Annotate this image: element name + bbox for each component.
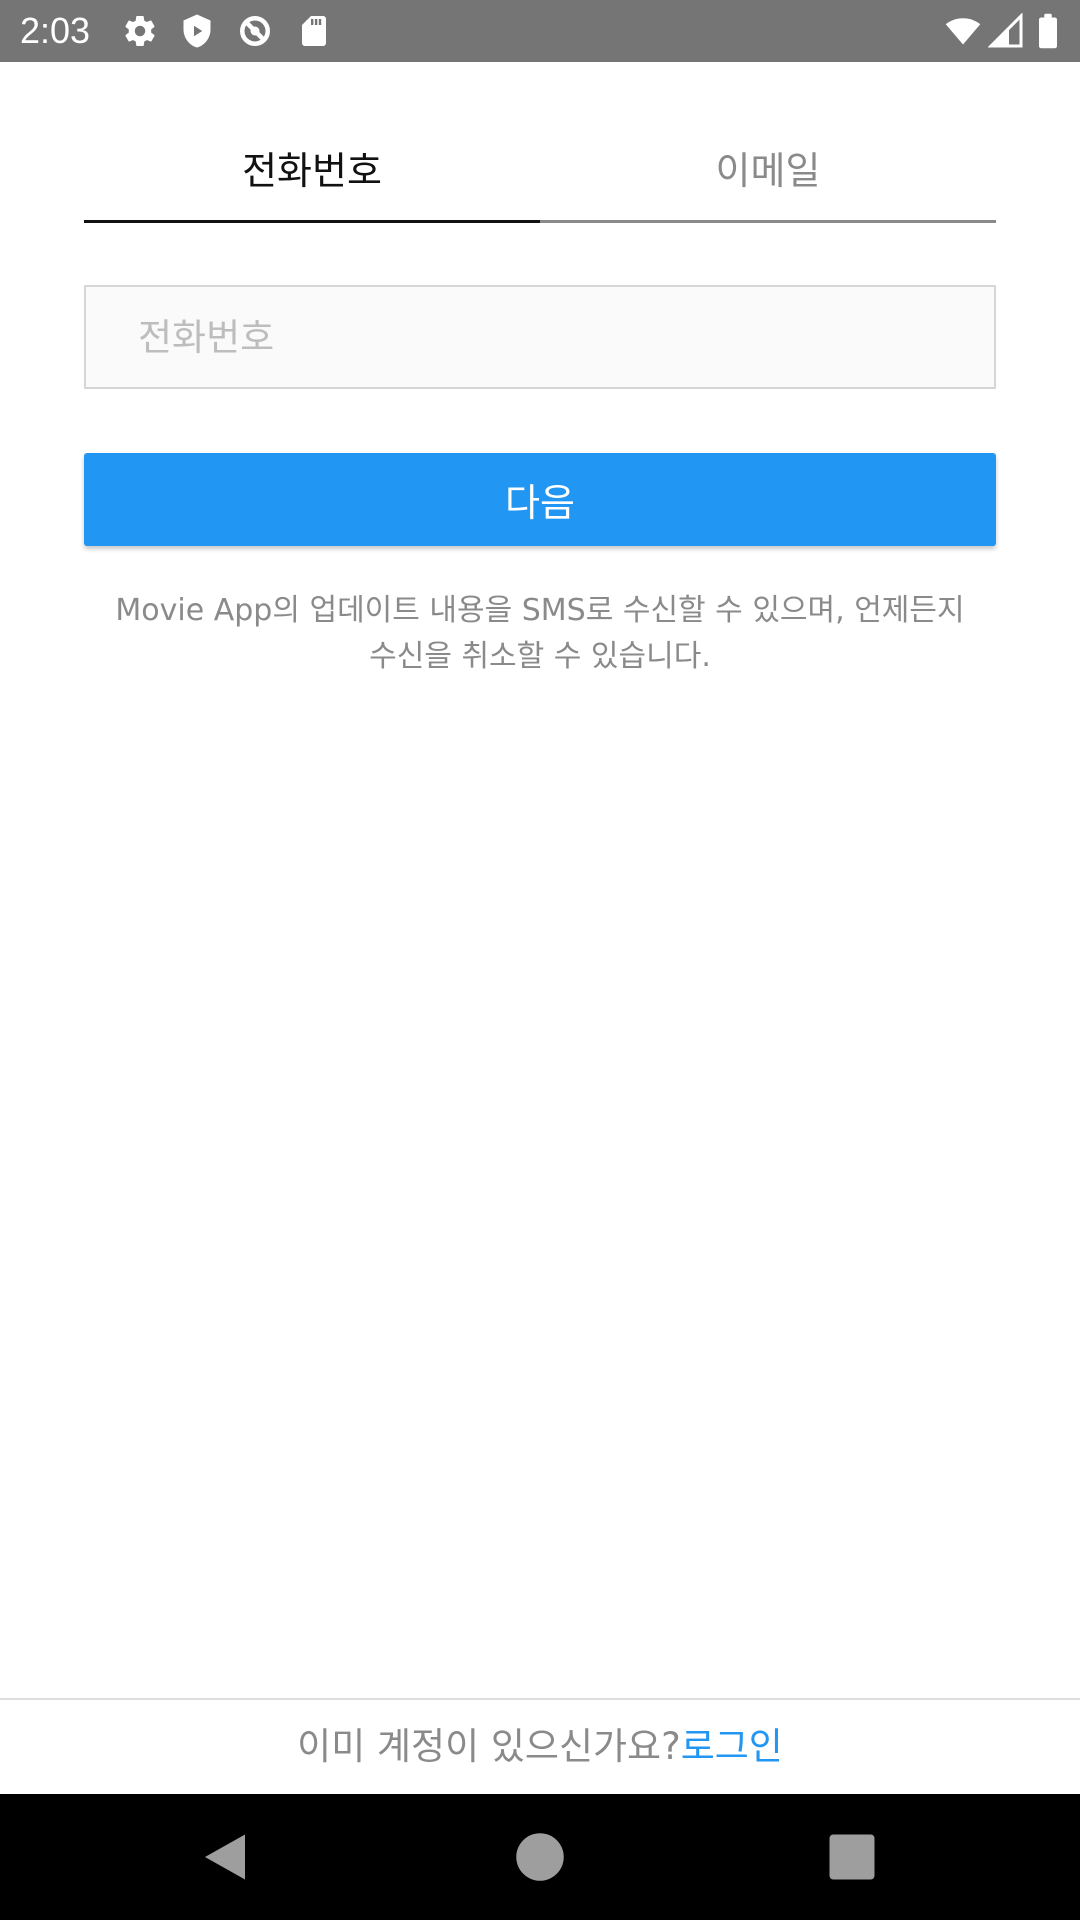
login-link[interactable]: 로그인 xyxy=(681,1725,783,1768)
no-sync-icon xyxy=(237,13,273,49)
footer: 이미 계정이 있으신가요?로그인 xyxy=(0,1700,1080,1794)
tab-active-indicator xyxy=(84,220,540,223)
settings-icon xyxy=(122,13,158,49)
next-button[interactable]: 다음 xyxy=(84,453,996,546)
shield-play-icon xyxy=(179,13,215,49)
battery-icon xyxy=(1033,13,1063,49)
wifi-icon xyxy=(943,13,983,49)
phone-number-input[interactable] xyxy=(84,285,996,389)
existing-account-prompt: 이미 계정이 있으신가요? xyxy=(297,1725,681,1768)
cell-signal-icon xyxy=(988,13,1024,49)
navigation-bar xyxy=(0,1794,1080,1920)
tab-phone[interactable]: 전화번호 xyxy=(84,128,540,223)
sd-card-icon xyxy=(296,13,332,49)
status-time: 2:03 xyxy=(20,10,91,51)
login-method-tabs: 전화번호 이메일 xyxy=(84,128,996,223)
sms-consent-notice: Movie App의 업데이트 내용을 SMS로 수신할 수 있으며, 언제든지… xyxy=(84,588,996,680)
recents-icon[interactable] xyxy=(822,1827,882,1887)
tab-inactive-indicator xyxy=(540,220,996,223)
signup-screen: 2:03 전화번호 이메일 전화번호 다음 Movie App의 업데이트 내용… xyxy=(0,0,1080,1920)
home-icon[interactable] xyxy=(510,1827,570,1887)
status-bar: 2:03 xyxy=(0,0,1080,62)
tab-email-label: 이메일 xyxy=(715,149,821,193)
tab-email[interactable]: 이메일 xyxy=(540,128,996,223)
back-icon[interactable] xyxy=(195,1827,255,1887)
notice-line-2: 수신을 취소할 수 있습니다. xyxy=(369,639,711,674)
tab-phone-label: 전화번호 xyxy=(242,149,382,193)
notice-line-1: Movie App의 업데이트 내용을 SMS로 수신할 수 있으며, 언제든지 xyxy=(115,593,965,628)
